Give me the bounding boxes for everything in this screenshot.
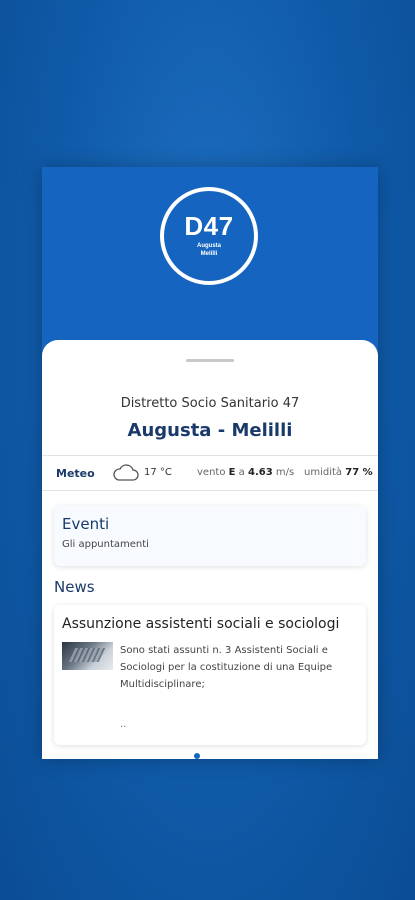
weather-bar: Meteo 17 °C vento E a 4.63 m/s umidità 7… bbox=[42, 455, 378, 491]
page-indicator-dot bbox=[194, 753, 200, 759]
news-thumbnail bbox=[62, 642, 113, 670]
district-name: Distretto Socio Sanitario 47 bbox=[120, 396, 300, 411]
humidity-info: umidità 77 % bbox=[304, 467, 373, 478]
humidity-label: umidità bbox=[304, 467, 343, 478]
news-excerpt: Sono stati assunti n. 3 Assistenti Socia… bbox=[120, 645, 333, 690]
wind-speed: 4.63 bbox=[248, 467, 273, 478]
news-title: Assunzione assistenti sociali e sociolog… bbox=[62, 616, 340, 632]
logo-code: D47 bbox=[184, 211, 234, 241]
events-subtitle: Gli appuntamenti bbox=[62, 539, 149, 550]
wind-direction: E bbox=[228, 467, 236, 478]
logo-line1: Augusta bbox=[197, 243, 221, 249]
district-logo: D47 Augusta Melilli bbox=[160, 187, 258, 285]
temperature-value: 17 °C bbox=[144, 467, 172, 478]
news-heading: News bbox=[54, 578, 95, 596]
events-card[interactable]: Eventi Gli appuntamenti bbox=[54, 506, 366, 566]
wind-unit: m/s bbox=[275, 467, 295, 478]
wind-mid: a bbox=[238, 467, 245, 478]
app-screen: D47 Augusta Melilli Distretto Socio Sani… bbox=[42, 167, 378, 759]
wind-info: vento E a 4.63 m/s bbox=[197, 467, 294, 478]
weather-label: Meteo bbox=[56, 467, 95, 480]
news-card[interactable]: Assunzione assistenti sociali e sociolog… bbox=[54, 605, 366, 745]
logo-line2: Melilli bbox=[200, 251, 218, 257]
wind-prefix: vento bbox=[197, 467, 226, 478]
news-more: .. bbox=[120, 719, 127, 730]
cloud-icon bbox=[113, 464, 139, 481]
drag-handle[interactable] bbox=[186, 359, 234, 362]
humidity-value: 77 % bbox=[345, 467, 373, 478]
city-title: Augusta - Melilli bbox=[127, 420, 293, 441]
content-sheet[interactable]: Distretto Socio Sanitario 47 Augusta - M… bbox=[42, 340, 378, 759]
events-title: Eventi bbox=[62, 515, 110, 533]
